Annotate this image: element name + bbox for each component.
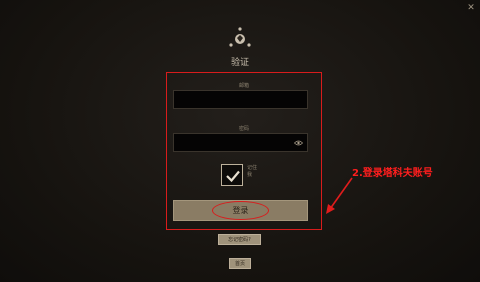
check-icon bbox=[226, 170, 240, 183]
home-button[interactable]: 首页 bbox=[229, 258, 251, 269]
password-label: 密码 bbox=[238, 126, 249, 132]
remember-checkbox[interactable] bbox=[221, 164, 243, 186]
forgot-password-button[interactable]: 忘记密码? bbox=[218, 234, 261, 245]
password-field[interactable] bbox=[173, 133, 308, 152]
login-button[interactable]: 登录 bbox=[173, 200, 308, 221]
page-title: 验证 bbox=[230, 58, 249, 68]
email-label: 邮箱 bbox=[238, 83, 249, 89]
email-field[interactable] bbox=[173, 90, 308, 109]
annotation-text: 2.登录塔科夫账号 bbox=[352, 168, 433, 179]
close-icon[interactable]: ✕ bbox=[466, 3, 476, 13]
eye-icon[interactable] bbox=[293, 140, 304, 148]
annotation-arrow bbox=[326, 177, 353, 214]
emblem-icon bbox=[226, 26, 254, 50]
remember-label: 记住我 bbox=[247, 165, 258, 178]
